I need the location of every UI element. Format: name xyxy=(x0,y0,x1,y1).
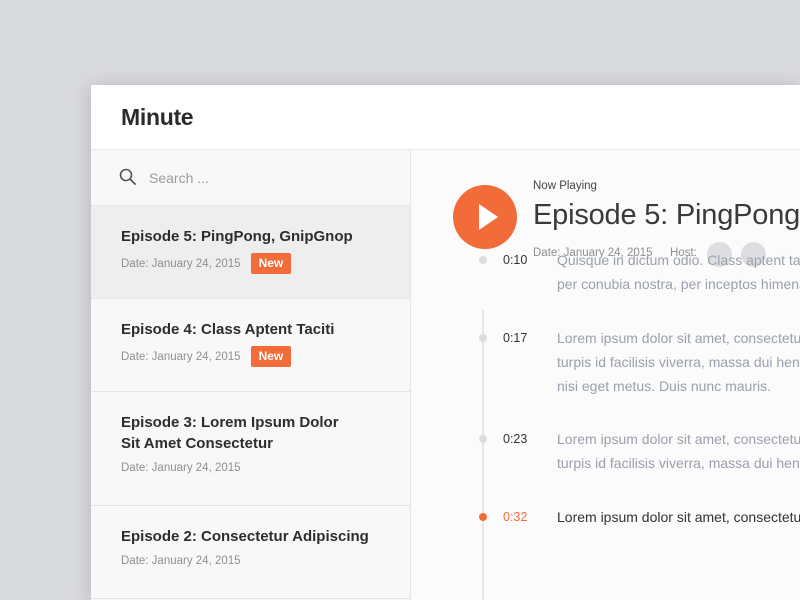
timeline-text-active: Lorem ipsum dolor sit amet, consectetur … xyxy=(557,505,800,529)
timeline-dot xyxy=(479,334,487,342)
now-playing-title: Episode 5: PingPong, GnipGnop xyxy=(533,199,800,231)
now-playing-label: Now Playing xyxy=(533,180,597,192)
episode-title: Episode 4: Class Aptent Taciti xyxy=(121,321,335,338)
episode-date: Date: January 24, 2015 xyxy=(121,350,241,363)
timeline-track xyxy=(482,310,484,600)
timeline-time[interactable]: 0:23 xyxy=(503,432,527,446)
search-input[interactable] xyxy=(149,167,379,189)
timeline-dot xyxy=(479,435,487,443)
timeline-text: Lorem ipsum dolor sit amet, consectetur … xyxy=(557,326,800,398)
search-icon xyxy=(119,168,136,185)
app-logo: Minute xyxy=(121,104,194,130)
episode-item-2[interactable]: Episode 2: Consectetur Adipiscing Date: … xyxy=(91,506,410,599)
timeline-text: Quisque in dictum odio. Class aptent tac… xyxy=(557,248,800,296)
play-icon xyxy=(479,204,498,230)
timeline-dot xyxy=(479,256,487,264)
play-button[interactable] xyxy=(453,185,517,249)
player-panel: Now Playing Episode 5: PingPong, GnipGno… xyxy=(411,150,800,600)
timeline-text: Lorem ipsum dolor sit amet, consectetur … xyxy=(557,427,800,475)
episode-item-4[interactable]: Episode 4: Class Aptent Taciti Date: Jan… xyxy=(91,299,410,392)
search-bar xyxy=(91,150,410,206)
timeline-time[interactable]: 0:17 xyxy=(503,331,527,345)
timeline-line: Lorem ipsum dolor sit amet, consectetur … xyxy=(557,330,800,346)
timeline-line: Lorem ipsum dolor sit amet, consectetur … xyxy=(557,509,800,525)
timeline-line: turpis id facilisis viverra, massa dui h… xyxy=(557,455,800,471)
timeline-time[interactable]: 0:10 xyxy=(503,253,527,267)
episode-title: Episode 2: Consectetur Adipiscing xyxy=(121,528,369,545)
timeline-line: Lorem ipsum dolor sit amet, consectetur … xyxy=(557,431,800,447)
episode-date: Date: January 24, 2015 xyxy=(121,555,241,567)
episode-item-5[interactable]: Episode 5: PingPong, GnipGnop Date: Janu… xyxy=(91,206,410,299)
timeline-dot-active xyxy=(479,513,487,521)
episode-title: Episode 3: Lorem Ipsum Dolor Sit Amet Co… xyxy=(121,414,339,452)
timeline-line: Quisque in dictum odio. Class aptent tac… xyxy=(557,252,800,268)
episode-date: Date: January 24, 2015 xyxy=(121,257,241,270)
timeline-line: per conubia nostra, per inceptos himenae… xyxy=(557,276,800,292)
timeline-line: turpis id facilisis viverra, massa dui h… xyxy=(557,354,800,370)
episode-item-3[interactable]: Episode 3: Lorem Ipsum Dolor Sit Amet Co… xyxy=(91,392,410,506)
app-header: Minute xyxy=(91,85,800,150)
episode-date: Date: January 24, 2015 xyxy=(121,462,241,474)
app-window: Minute Episode 5: PingPong, GnipGnop Dat… xyxy=(91,85,800,600)
new-badge: New xyxy=(250,253,292,274)
new-badge: New xyxy=(250,346,292,367)
episode-sidebar: Episode 5: PingPong, GnipGnop Date: Janu… xyxy=(91,150,411,600)
episode-title: Episode 5: PingPong, GnipGnop xyxy=(121,228,353,245)
timeline-line: nisi eget metus. Duis nunc mauris. xyxy=(557,378,771,394)
timeline-time-active[interactable]: 0:32 xyxy=(503,510,527,524)
